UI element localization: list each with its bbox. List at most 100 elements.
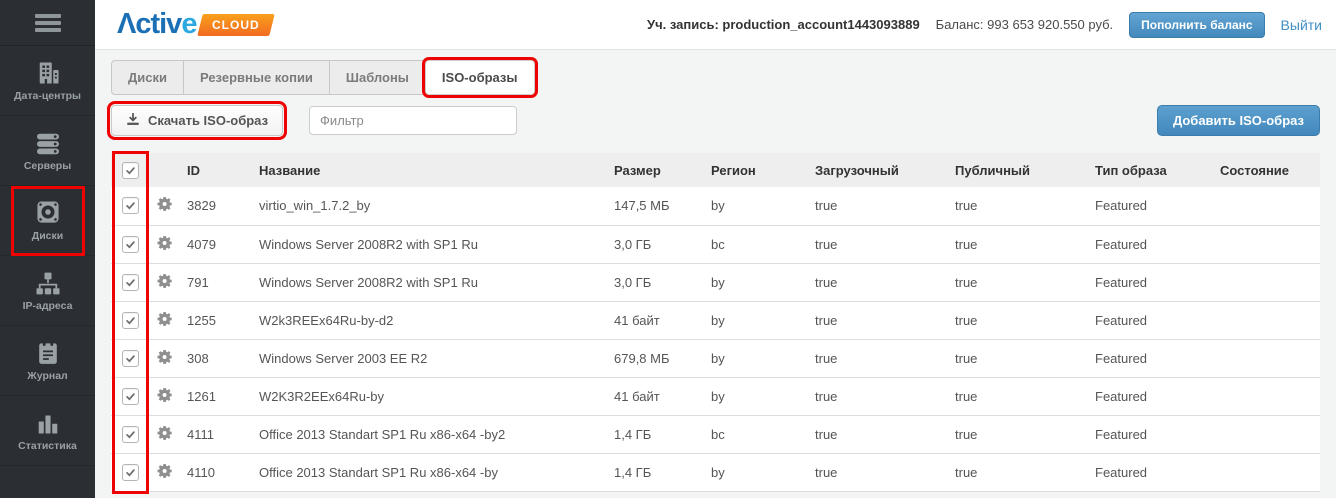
cell-id: 4079 <box>179 225 251 263</box>
cell-size: 679,8 МБ <box>606 339 703 377</box>
column-header-загрузочный[interactable]: Загрузочный <box>807 153 947 187</box>
row-actions-cell <box>149 225 179 263</box>
sidebar-item-label: Серверы <box>24 160 71 172</box>
cell-bootable: true <box>807 187 947 225</box>
cell-name: Office 2013 Standart SP1 Ru x86-x64 -by2 <box>251 415 606 453</box>
select-all-checkbox[interactable] <box>122 162 139 179</box>
sidebar-item-disks[interactable]: Диски <box>0 186 95 256</box>
cell-size: 147,5 МБ <box>606 187 703 225</box>
row-checkbox[interactable] <box>122 350 139 367</box>
column-header-тип-образа[interactable]: Тип образа <box>1087 153 1212 187</box>
cell-size: 1,4 ГБ <box>606 415 703 453</box>
cell-bootable: true <box>807 377 947 415</box>
cell-size: 3,0 ГБ <box>606 263 703 301</box>
add-iso-button[interactable]: Добавить ISO-образ <box>1157 105 1320 136</box>
gear-icon[interactable] <box>157 463 173 479</box>
sidebar-item-journal[interactable]: Журнал <box>0 326 95 396</box>
cell-region: by <box>703 263 807 301</box>
cell-state <box>1212 187 1320 225</box>
row-select-cell <box>111 187 149 225</box>
tab-disks[interactable]: Диски <box>112 61 184 94</box>
cell-bootable: true <box>807 263 947 301</box>
gear-icon[interactable] <box>157 235 173 251</box>
cell-public: true <box>947 415 1087 453</box>
cell-name: Windows Server 2008R2 with SP1 Ru <box>251 225 606 263</box>
cell-name: W2K3R2EEx64Ru-by <box>251 377 606 415</box>
download-icon <box>126 112 140 129</box>
cell-state <box>1212 263 1320 301</box>
top-header: Λctive CLOUD Уч. запись: production_acco… <box>95 0 1336 50</box>
gear-icon[interactable] <box>157 387 173 403</box>
menu-toggle-button[interactable] <box>0 0 95 46</box>
column-header-регион[interactable]: Регион <box>703 153 807 187</box>
row-checkbox[interactable] <box>122 388 139 405</box>
column-header-id[interactable]: ID <box>179 153 251 187</box>
sitemap-icon <box>35 269 61 295</box>
select-all-cell <box>111 153 149 187</box>
table-header-row: IDНазваниеРазмерРегионЗагрузочныйПубличн… <box>111 153 1320 187</box>
cell-region: bc <box>703 415 807 453</box>
column-header-размер[interactable]: Размер <box>606 153 703 187</box>
sidebar-item-label: IP-адреса <box>23 300 73 312</box>
gear-icon[interactable] <box>157 311 173 327</box>
cell-public: true <box>947 339 1087 377</box>
table-row: 4110 Office 2013 Standart SP1 Ru x86-x64… <box>111 453 1320 491</box>
sidebar-item-ip-addresses[interactable]: IP-адреса <box>0 256 95 326</box>
hamburger-icon <box>35 14 61 32</box>
balance-text: Баланс: 993 653 920.550 руб. <box>936 17 1114 32</box>
gear-icon[interactable] <box>157 196 173 212</box>
column-header-состояние[interactable]: Состояние <box>1212 153 1320 187</box>
table-row: 4079 Windows Server 2008R2 with SP1 Ru 3… <box>111 225 1320 263</box>
cell-bootable: true <box>807 453 947 491</box>
chart-icon <box>36 409 60 435</box>
cell-image-type: Featured <box>1087 225 1212 263</box>
gear-icon[interactable] <box>157 349 173 365</box>
cell-id: 3829 <box>179 187 251 225</box>
iso-table: IDНазваниеРазмерРегионЗагрузочныйПубличн… <box>111 153 1320 492</box>
column-header-публичный[interactable]: Публичный <box>947 153 1087 187</box>
gear-icon[interactable] <box>157 425 173 441</box>
tab-templates[interactable]: Шаблоны <box>330 61 426 94</box>
logout-link[interactable]: Выйти <box>1281 17 1322 33</box>
main-area: Λctive CLOUD Уч. запись: production_acco… <box>95 0 1336 498</box>
tab-backups[interactable]: Резервные копии <box>184 61 330 94</box>
cell-size: 1,4 ГБ <box>606 453 703 491</box>
row-select-cell <box>111 301 149 339</box>
row-checkbox[interactable] <box>122 464 139 481</box>
gear-icon[interactable] <box>157 273 173 289</box>
sidebar-item-datacenters[interactable]: Дата-центры <box>0 46 95 116</box>
column-header-название[interactable]: Название <box>251 153 606 187</box>
sidebar-item-label: Статистика <box>18 440 77 452</box>
table-row: 1255 W2k3REEx64Ru-by-d2 41 байт by true … <box>111 301 1320 339</box>
sidebar-item-statistics[interactable]: Статистика <box>0 396 95 466</box>
row-select-cell <box>111 377 149 415</box>
cell-name: W2k3REEx64Ru-by-d2 <box>251 301 606 339</box>
cell-region: by <box>703 339 807 377</box>
row-checkbox[interactable] <box>122 236 139 253</box>
row-actions-cell <box>149 415 179 453</box>
row-actions-cell <box>149 377 179 415</box>
cell-id: 4111 <box>179 415 251 453</box>
row-checkbox[interactable] <box>122 197 139 214</box>
iso-table-container: IDНазваниеРазмерРегионЗагрузочныйПубличн… <box>111 153 1320 492</box>
sidebar-item-servers[interactable]: Серверы <box>0 116 95 186</box>
filter-input[interactable] <box>309 106 517 135</box>
table-row: 3829 virtio_win_1.7.2_by 147,5 МБ by tru… <box>111 187 1320 225</box>
row-checkbox[interactable] <box>122 312 139 329</box>
table-row: 4111 Office 2013 Standart SP1 Ru x86-x64… <box>111 415 1320 453</box>
cell-image-type: Featured <box>1087 301 1212 339</box>
topup-balance-button[interactable]: Пополнить баланс <box>1129 12 1264 38</box>
cell-region: by <box>703 187 807 225</box>
cell-image-type: Featured <box>1087 339 1212 377</box>
cell-size: 3,0 ГБ <box>606 225 703 263</box>
row-select-cell <box>111 225 149 263</box>
tab-iso-images[interactable]: ISO-образы <box>426 61 534 94</box>
row-checkbox[interactable] <box>122 274 139 291</box>
row-select-cell <box>111 339 149 377</box>
row-checkbox[interactable] <box>122 426 139 443</box>
download-iso-button[interactable]: Скачать ISO-образ <box>111 105 283 136</box>
cell-public: true <box>947 301 1087 339</box>
logo-cloud-badge: CLOUD <box>198 14 275 36</box>
cell-image-type: Featured <box>1087 377 1212 415</box>
activecloud-logo: Λctive CLOUD <box>117 8 272 41</box>
